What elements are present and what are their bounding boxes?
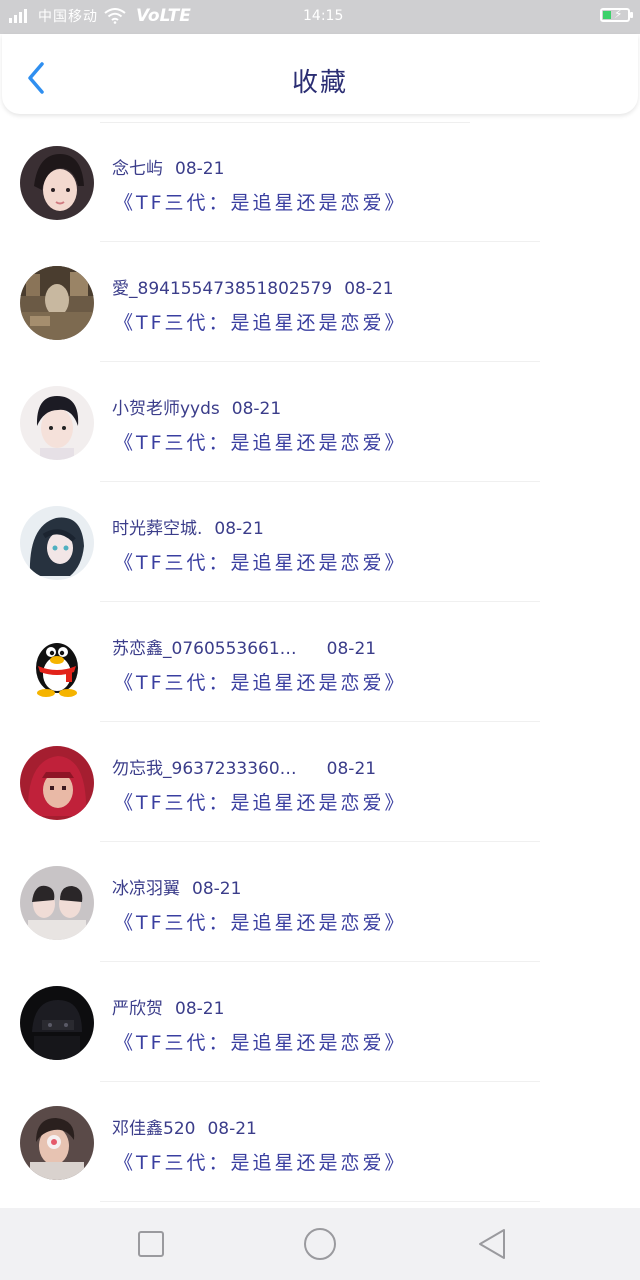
avatar bbox=[20, 386, 94, 460]
username: 小贺老师yyds bbox=[112, 399, 220, 419]
favorite-date: 08-21 bbox=[326, 639, 377, 659]
favorite-date: 08-21 bbox=[207, 1119, 257, 1139]
novel-title: 《TF三代：是追星还是恋爱》 bbox=[114, 912, 407, 934]
username: 严欣贺 bbox=[112, 999, 163, 1019]
username: 苏恋鑫_0760553661… bbox=[112, 639, 297, 659]
circle-icon bbox=[304, 1228, 336, 1260]
wifi-icon bbox=[104, 8, 126, 24]
list-item[interactable]: 念七屿 08-21 《TF三代：是追星还是恋爱》 bbox=[0, 122, 640, 242]
favorite-date: 08-21 bbox=[231, 399, 282, 419]
novel-title: 《TF三代：是追星还是恋爱》 bbox=[114, 312, 407, 334]
username: 念七屿 bbox=[112, 159, 163, 179]
favorite-date: 08-21 bbox=[214, 519, 264, 539]
novel-title: 《TF三代：是追星还是恋爱》 bbox=[114, 1152, 407, 1174]
recent-apps-button[interactable] bbox=[133, 1226, 169, 1262]
username: 勿忘我_9637233360… bbox=[112, 759, 297, 779]
avatar bbox=[20, 626, 94, 700]
novel-title: 《TF三代：是追星还是恋爱》 bbox=[114, 792, 407, 814]
avatar bbox=[20, 146, 94, 220]
novel-title: 《TF三代：是追星还是恋爱》 bbox=[114, 672, 407, 694]
avatar bbox=[20, 1106, 94, 1180]
penguin-icon bbox=[20, 626, 94, 700]
back-nav-button[interactable] bbox=[474, 1226, 510, 1262]
novel-title: 《TF三代：是追星还是恋爱》 bbox=[114, 552, 407, 574]
list-item[interactable]: 愛_8941554738518025​79 08-21 《TF三代：是追星还是恋爱… bbox=[0, 242, 640, 362]
username: 愛_8941554738518025​79 bbox=[112, 279, 333, 299]
signal-icon bbox=[9, 9, 27, 23]
list-item[interactable]: 冰凉羽翼 08-21 《TF三代：是追星还是恋爱》 bbox=[0, 842, 640, 962]
avatar bbox=[20, 506, 94, 580]
username: 时光葬空城. bbox=[112, 519, 203, 539]
favorite-date: 08-21 bbox=[326, 759, 377, 779]
list-divider bbox=[100, 1201, 540, 1202]
list-item[interactable]: 苏恋鑫_0760553661… 08-21 《TF三代：是追星还是恋爱》 bbox=[0, 602, 640, 722]
list-item[interactable]: 时光葬空城. 08-21 《TF三代：是追星还是恋爱》 bbox=[0, 482, 640, 602]
avatar bbox=[20, 986, 94, 1060]
avatar bbox=[20, 266, 94, 340]
favorite-date: 08-21 bbox=[175, 159, 225, 179]
username: 冰凉羽翼 bbox=[112, 879, 180, 899]
favorite-date: 08-21 bbox=[175, 999, 225, 1019]
favorite-date: 08-21 bbox=[344, 279, 394, 299]
novel-title: 《TF三代：是追星还是恋爱》 bbox=[114, 432, 407, 454]
novel-title: 《TF三代：是追星还是恋爱》 bbox=[114, 192, 407, 214]
username: 邓佳鑫520 bbox=[112, 1119, 196, 1139]
home-button[interactable] bbox=[302, 1226, 338, 1262]
clock: 14:15 bbox=[303, 8, 344, 24]
favorite-date: 08-21 bbox=[192, 879, 242, 899]
navigation-bar bbox=[0, 1208, 640, 1280]
header-bar: 收藏 bbox=[2, 34, 638, 114]
list-item[interactable]: 勿忘我_9637233360… 08-21 《TF三代：是追星还是恋爱》 bbox=[0, 722, 640, 842]
page-title: 收藏 bbox=[291, 68, 348, 98]
carrier-label: 中国移动 bbox=[38, 9, 98, 25]
list-item[interactable]: 严欣贺 08-21 《TF三代：是追星还是恋爱》 bbox=[0, 962, 640, 1082]
novel-title: 《TF三代：是追星还是恋爱》 bbox=[114, 1032, 407, 1054]
battery-icon: ⚡ bbox=[600, 7, 633, 22]
triangle-back-icon bbox=[479, 1229, 505, 1259]
list-item[interactable]: 邓佳鑫520 08-21 《TF三代：是追星还是恋爱》 bbox=[0, 1082, 640, 1202]
square-icon bbox=[138, 1231, 164, 1257]
avatar bbox=[20, 866, 94, 940]
avatar bbox=[20, 746, 94, 820]
list-item[interactable]: 小贺老师yyds 08-21 《TF三代：是追星还是恋爱》 bbox=[0, 362, 640, 482]
network-label: VoLTE bbox=[136, 6, 191, 26]
status-bar: 中国移动 VoLTE 14:15 ⚡ bbox=[0, 0, 640, 34]
